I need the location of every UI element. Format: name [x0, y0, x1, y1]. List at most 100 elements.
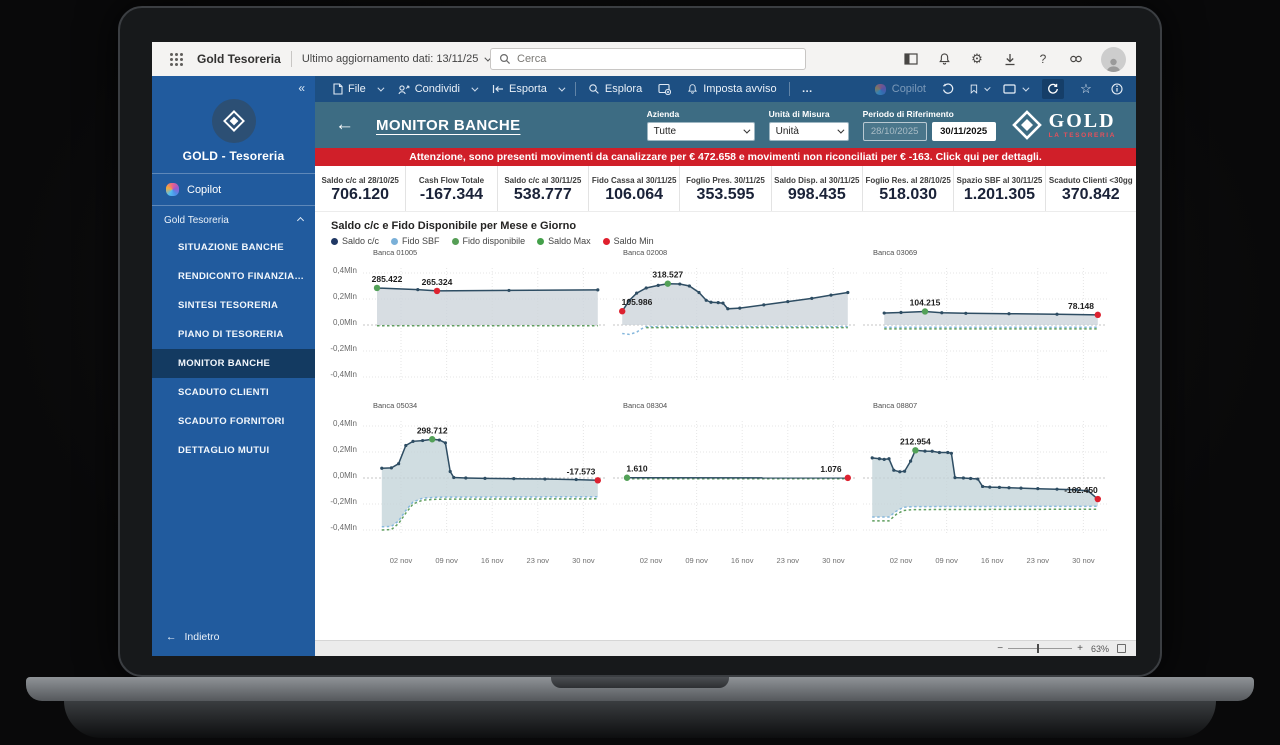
fit-to-page-icon[interactable] [1117, 644, 1126, 653]
zoom-in-button[interactable]: + [1077, 643, 1083, 654]
banca-chart-title: Banca 05034 [373, 401, 611, 412]
svg-text:78.148: 78.148 [1068, 301, 1094, 311]
svg-text:285.422: 285.422 [372, 274, 403, 284]
legend-label: Saldo Max [548, 236, 591, 246]
kpi-value: 370.842 [1062, 186, 1120, 204]
azienda-value: Tutte [654, 126, 676, 137]
svg-text:09 nov: 09 nov [935, 556, 958, 565]
kpi-label: Saldo c/c al 28/10/25 [321, 176, 398, 185]
chart-banca-02008[interactable]: Banca 02008318.527105.986 [611, 248, 861, 395]
zoom-slider[interactable] [1008, 644, 1072, 653]
svg-text:30 nov: 30 nov [572, 556, 595, 565]
menu-file[interactable]: File [325, 76, 390, 102]
chart-banca-08304[interactable]: Banca 083041.6101.07602 nov09 nov16 nov2… [611, 401, 861, 573]
copilot-icon [875, 84, 886, 95]
notifications-bell-icon[interactable] [936, 51, 952, 67]
zoom-out-button[interactable]: − [997, 643, 1003, 654]
kpi-label: Fido Cassa al 30/11/25 [592, 176, 677, 185]
share-icon [398, 84, 410, 95]
legend-dot [331, 238, 338, 245]
sidebar-item-scaduto-fornitori[interactable]: SCADUTO FORNITORI [152, 407, 315, 436]
settings-gear-icon[interactable]: ⚙ [969, 51, 985, 67]
copilot-button-disabled: Copilot [875, 83, 926, 95]
report-back-arrow[interactable]: ← [335, 114, 354, 136]
svg-text:30 nov: 30 nov [1072, 556, 1095, 565]
sidebar-item-situazione-banche[interactable]: SITUAZIONE BANCHE [152, 233, 315, 262]
legend-item[interactable]: Fido SBF [391, 236, 440, 246]
chart-row-2: 0,4Mln0,2Mln0,0Mln-0,2Mln-0,4Mln Banca 0… [321, 401, 1122, 573]
copilot-icon [166, 183, 179, 196]
chart-banca-03069[interactable]: Banca 03069104.21578.148 [861, 248, 1111, 395]
report-header: ← MONITOR BANCHE Azienda Tutte [315, 102, 1136, 148]
sidebar-section-header[interactable]: Gold Tesoreria [152, 205, 315, 233]
workspace-title: GOLD - Tesoreria [152, 149, 315, 173]
kpi-value: 998.435 [788, 186, 846, 204]
kpi-value: 538.777 [514, 186, 572, 204]
menu-imposta-avviso[interactable]: Imposta avviso [679, 76, 784, 102]
zoom-level: 63% [1091, 644, 1109, 654]
search-box[interactable] [490, 48, 806, 70]
date-from-input[interactable]: 28/10/2025 [863, 122, 927, 141]
unita-select[interactable]: Unità [769, 122, 849, 141]
chart-banca-01005[interactable]: Banca 01005285.422265.324 [361, 248, 611, 395]
sidebar-item-monitor-banche[interactable]: MONITOR BANCHE [152, 349, 315, 378]
menu-esporta-label: Esporta [509, 83, 547, 95]
info-icon[interactable] [1108, 80, 1126, 98]
chart-banca-05034[interactable]: Banca 05034298.712-17.57302 nov09 nov16 … [361, 401, 611, 573]
legend-item[interactable]: Saldo Min [603, 236, 654, 246]
kpi-row: Saldo c/c al 28/10/25706.120 Cash Flow T… [315, 166, 1136, 212]
file-icon [333, 83, 343, 95]
chevron-down-icon [377, 84, 384, 91]
alert-banner[interactable]: Attenzione, sono presenti movimenti da c… [315, 148, 1136, 166]
chart-row-1: 0,4Mln0,2Mln0,0Mln-0,2Mln-0,4Mln Banca 0… [321, 248, 1122, 395]
download-icon[interactable] [1002, 51, 1018, 67]
sidebar-item-sintesi-tesoreria[interactable]: SINTESI TESORERIA [152, 291, 315, 320]
filter-azienda-label: Azienda [647, 109, 755, 119]
sidebar-item-copilot[interactable]: Copilot [152, 173, 315, 205]
copilot-label: Copilot [892, 83, 926, 95]
chevron-down-icon [558, 84, 565, 91]
menu-file-label: File [348, 83, 366, 95]
azienda-select[interactable]: Tutte [647, 122, 755, 141]
sidebar-item-piano-di-tesoreria[interactable]: PIANO DI TESORERIA [152, 320, 315, 349]
bookmark-icon[interactable] [970, 80, 988, 98]
date-to-input[interactable]: 30/11/2025 [932, 122, 996, 141]
back-arrow-icon: ← [166, 631, 177, 643]
zoom-slider-thumb[interactable] [1037, 644, 1040, 653]
search-icon [499, 53, 511, 65]
refresh-icon[interactable] [1042, 79, 1064, 99]
menu-esplora-label: Esplora [605, 83, 642, 95]
back-button[interactable]: ← Indietro [152, 622, 315, 656]
waffle-menu-icon[interactable] [170, 53, 183, 66]
menu-esporta[interactable]: Esporta [484, 76, 571, 102]
last-update-label[interactable]: Ultimo aggiornamento dati: 13/11/25 [302, 53, 479, 65]
logo-name: GOLD [1049, 111, 1116, 131]
menu-overflow[interactable]: … [794, 76, 822, 102]
sidebar-item-dettaglio-mutui[interactable]: DETTAGLIO MUTUI [152, 436, 315, 465]
subscribe-report-icon-button[interactable] [650, 76, 679, 102]
legend-item[interactable]: Fido disponibile [452, 236, 526, 246]
sidebar-item-rendiconto-finanziario[interactable]: RENDICONTO FINANZIAR... [152, 262, 315, 291]
chevron-down-icon [837, 127, 844, 134]
kpi-label: Spazio SBF al 30/11/25 [957, 176, 1043, 185]
chart-banca-08807[interactable]: Banca 08807212.954-162.45002 nov09 nov16… [861, 401, 1111, 573]
help-icon[interactable]: ? [1035, 51, 1051, 67]
view-mode-icon[interactable] [1001, 80, 1029, 98]
svg-text:16 nov: 16 nov [731, 556, 754, 565]
favorite-star-icon[interactable]: ☆ [1077, 80, 1095, 98]
share-link-icon[interactable] [1068, 51, 1084, 67]
legend-dot [391, 238, 398, 245]
side-pane-icon[interactable] [903, 51, 919, 67]
menu-esplora[interactable]: Esplora [580, 76, 650, 102]
svg-text:-162.450: -162.450 [1064, 485, 1098, 495]
legend-item[interactable]: Saldo c/c [331, 236, 379, 246]
user-avatar[interactable] [1101, 47, 1126, 72]
legend-item[interactable]: Saldo Max [537, 236, 591, 246]
menu-condividi[interactable]: Condividi [390, 76, 484, 102]
search-input[interactable] [517, 53, 797, 65]
reset-icon[interactable] [939, 80, 957, 98]
sidebar-item-scaduto-clienti[interactable]: SCADUTO CLIENTI [152, 378, 315, 407]
chevron-down-icon [984, 84, 990, 90]
sidebar-collapse-icon[interactable]: « [152, 76, 315, 95]
filter-periodo-label: Periodo di Riferimento [863, 109, 996, 119]
